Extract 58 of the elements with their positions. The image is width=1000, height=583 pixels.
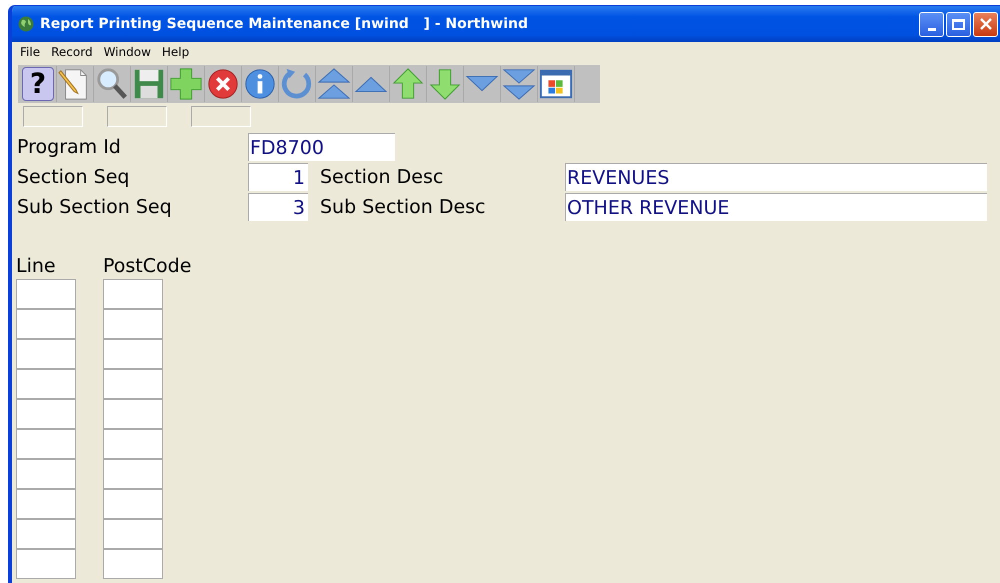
input-field[interactable] xyxy=(16,549,76,579)
field-label: Section Seq xyxy=(17,166,130,188)
input-field[interactable] xyxy=(103,429,163,459)
toolbar-button[interactable] xyxy=(57,66,94,102)
status-field xyxy=(191,106,251,127)
column-header: PostCode xyxy=(103,255,192,279)
input-field[interactable] xyxy=(16,339,76,369)
plus-icon xyxy=(169,67,203,101)
window-icon xyxy=(539,67,573,101)
input-field[interactable] xyxy=(103,399,163,429)
input-field[interactable]: FD8700 xyxy=(248,133,395,161)
close-button[interactable] xyxy=(973,12,998,36)
menu-item[interactable]: Help xyxy=(158,44,196,58)
toolbar-button[interactable] xyxy=(538,66,575,102)
input-field[interactable] xyxy=(103,519,163,549)
input-field[interactable] xyxy=(103,549,163,579)
status-field xyxy=(107,106,167,127)
refresh-icon xyxy=(280,67,314,101)
menu-item[interactable]: File xyxy=(16,44,48,58)
maximize-button[interactable] xyxy=(946,12,971,36)
menu-item[interactable]: Record xyxy=(47,44,100,58)
input-field[interactable] xyxy=(103,339,163,369)
input-field[interactable]: 3 xyxy=(248,193,308,221)
input-field[interactable] xyxy=(103,279,163,309)
column-header: Line xyxy=(16,255,57,279)
window-title: Report Printing Sequence Maintenance [nwind ] - Northwind xyxy=(40,16,528,32)
input-field[interactable]: REVENUES xyxy=(565,163,987,191)
status-field xyxy=(23,106,83,127)
input-field[interactable] xyxy=(103,369,163,399)
input-field[interactable] xyxy=(103,459,163,489)
input-field[interactable] xyxy=(16,279,76,309)
field-label: Program Id xyxy=(17,136,122,158)
input-field[interactable] xyxy=(16,429,76,459)
close-icon xyxy=(978,17,992,31)
down-arrow-icon xyxy=(428,67,462,101)
input-field[interactable] xyxy=(16,399,76,429)
double-up-arrow-icon xyxy=(317,67,351,101)
input-field[interactable] xyxy=(16,489,76,519)
input-field[interactable]: OTHER REVENUE xyxy=(565,193,987,221)
delete-icon xyxy=(206,67,240,101)
magnifier-icon xyxy=(95,67,129,101)
field-label: Sub Section Seq xyxy=(17,196,173,218)
input-field[interactable] xyxy=(16,309,76,339)
input-field[interactable] xyxy=(16,369,76,399)
up-arrow-icon xyxy=(391,67,425,101)
double-down-arrow-icon xyxy=(502,67,536,101)
toolbar-button[interactable]: ? xyxy=(20,66,57,102)
input-field[interactable] xyxy=(16,519,76,549)
field-label: Section Desc xyxy=(319,166,444,188)
input-field[interactable]: 1 xyxy=(248,163,308,191)
input-field[interactable] xyxy=(103,309,163,339)
field-label: Sub Section Desc xyxy=(319,196,486,218)
minimize-button[interactable] xyxy=(919,12,944,36)
globe-icon xyxy=(18,16,34,32)
input-field[interactable] xyxy=(103,489,163,519)
menu-item[interactable]: Window xyxy=(100,44,158,58)
input-field[interactable] xyxy=(16,459,76,489)
info-icon xyxy=(243,67,277,101)
